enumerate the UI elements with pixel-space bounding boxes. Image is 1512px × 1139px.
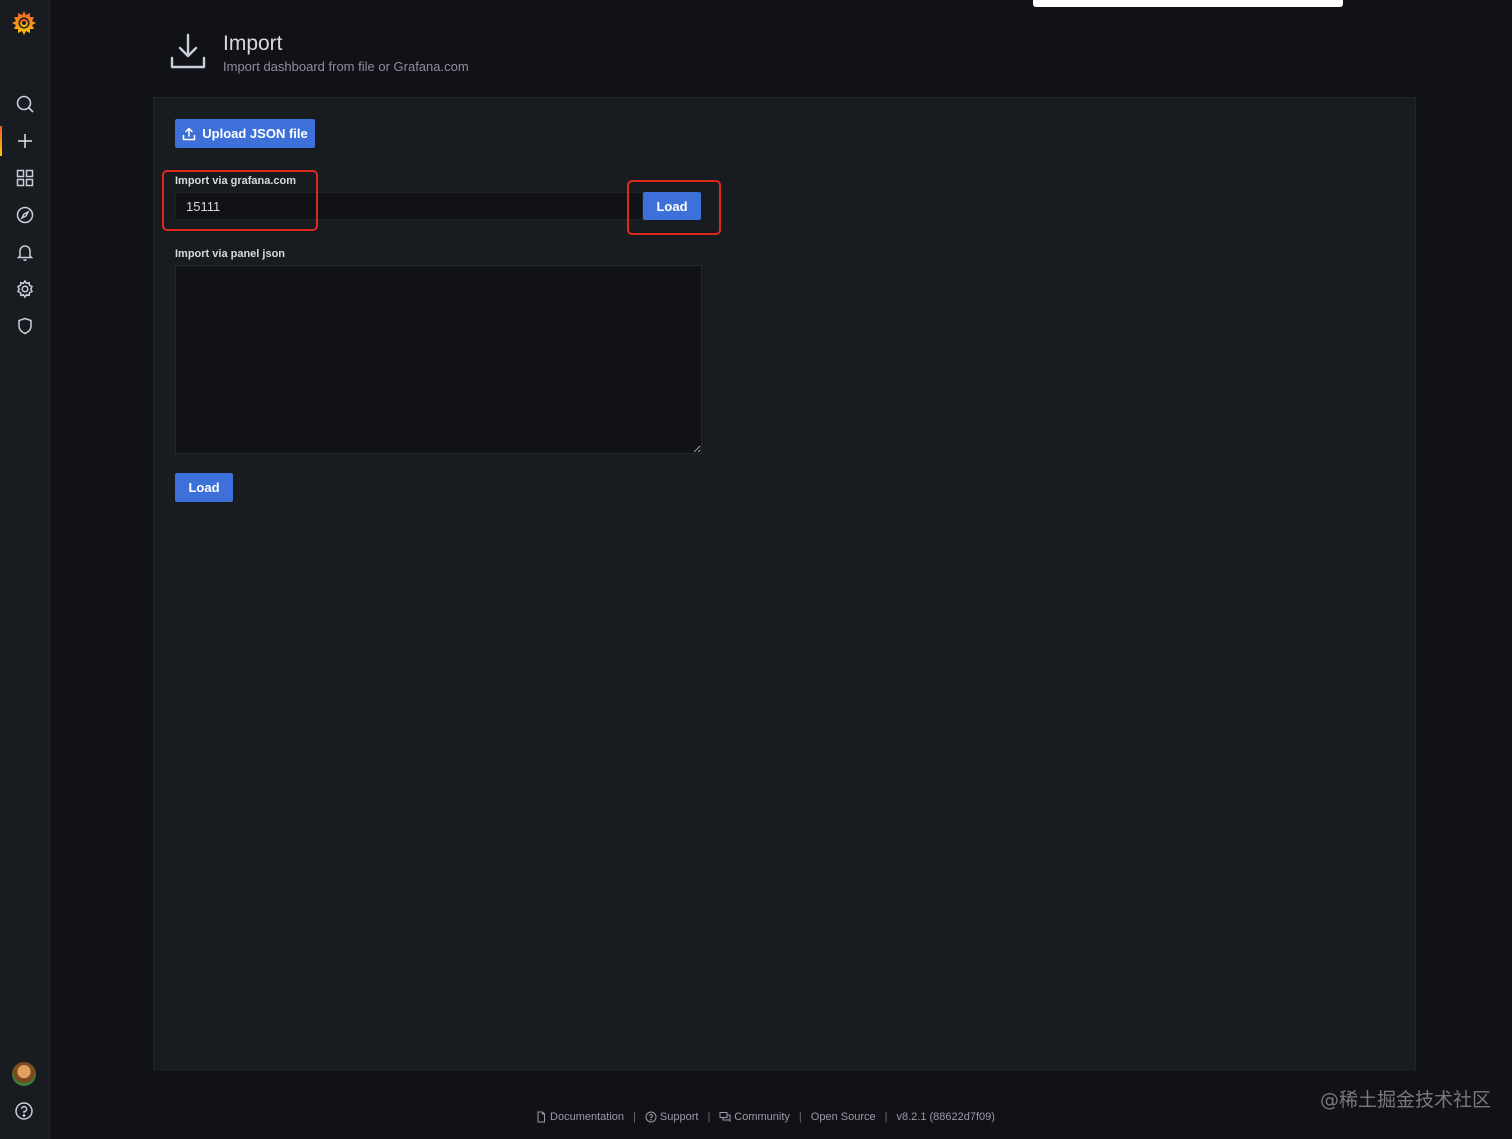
- top-overlay-bar: [1033, 0, 1343, 7]
- apps-icon: [16, 169, 34, 187]
- footer-version: v8.2.1 (88622d7f09): [896, 1111, 995, 1123]
- sidebar-item-create[interactable]: [0, 124, 50, 158]
- footer-separator: |: [884, 1111, 888, 1123]
- footer-separator: |: [633, 1111, 636, 1123]
- panel-json-textarea[interactable]: [175, 265, 702, 454]
- footer-documentation-label: Documentation: [550, 1111, 625, 1123]
- footer-open-source-label: Open Source: [810, 1111, 876, 1123]
- upload-json-label: Upload JSON file: [202, 126, 308, 141]
- compass-icon: [16, 206, 34, 224]
- footer-community-link[interactable]: Community: [719, 1111, 790, 1123]
- footer-open-source-link[interactable]: Open Source: [811, 1111, 876, 1123]
- import-icon: [170, 33, 206, 69]
- user-avatar[interactable]: [12, 1062, 36, 1086]
- bell-icon: [16, 245, 34, 262]
- load-json-button[interactable]: Load: [175, 473, 233, 502]
- footer-community-label: Community: [734, 1111, 790, 1123]
- comments-icon: [719, 1112, 731, 1122]
- sidebar-item-alerting[interactable]: [0, 235, 50, 269]
- sidebar-item-explore[interactable]: [0, 198, 50, 232]
- grafana-import-label: Import via grafana.com: [175, 175, 297, 187]
- footer-support-link[interactable]: Support: [645, 1111, 699, 1123]
- sidebar-item-server-admin[interactable]: [0, 309, 50, 343]
- load-grafana-button[interactable]: Load: [643, 192, 701, 220]
- watermark: @稀土掘金技术社区: [1320, 1089, 1492, 1111]
- cog-icon: [16, 279, 34, 299]
- footer-links: Documentation | Support | Community | Op…: [535, 1111, 995, 1123]
- sidebar: [0, 0, 50, 1139]
- footer: Documentation | Support | Community | Op…: [0, 1111, 1512, 1123]
- header-text: Import Import dashboard from file or Gra…: [223, 31, 469, 74]
- footer-separator: |: [707, 1111, 711, 1123]
- upload-json-button[interactable]: Upload JSON file: [175, 119, 315, 148]
- grafana-app: Import Import dashboard from file or Gra…: [0, 0, 1512, 1139]
- plus-icon: [18, 134, 32, 148]
- question-circle-icon: [645, 1111, 657, 1123]
- page-subtitle: Import dashboard from file or Grafana.co…: [223, 59, 469, 74]
- grafana-id-input[interactable]: [175, 192, 643, 220]
- footer-support-label: Support: [659, 1111, 699, 1123]
- shield-icon: [18, 317, 32, 335]
- sidebar-item-search[interactable]: [0, 87, 50, 121]
- upload-icon: [183, 127, 196, 140]
- search-icon: [16, 95, 34, 113]
- document-icon: [537, 1111, 546, 1123]
- footer-separator: |: [798, 1111, 802, 1123]
- grafana-logo-icon[interactable]: [10, 9, 38, 37]
- sidebar-item-configuration[interactable]: [0, 272, 50, 306]
- page-title: Import: [223, 32, 283, 55]
- sidebar-item-dashboards[interactable]: [0, 161, 50, 195]
- page-header: Import Import dashboard from file or Gra…: [168, 31, 469, 74]
- import-panel: Upload JSON file Import via grafana.com …: [153, 97, 1416, 1070]
- panel-json-label: Import via panel json: [175, 248, 286, 260]
- footer-documentation-link[interactable]: Documentation: [535, 1111, 624, 1123]
